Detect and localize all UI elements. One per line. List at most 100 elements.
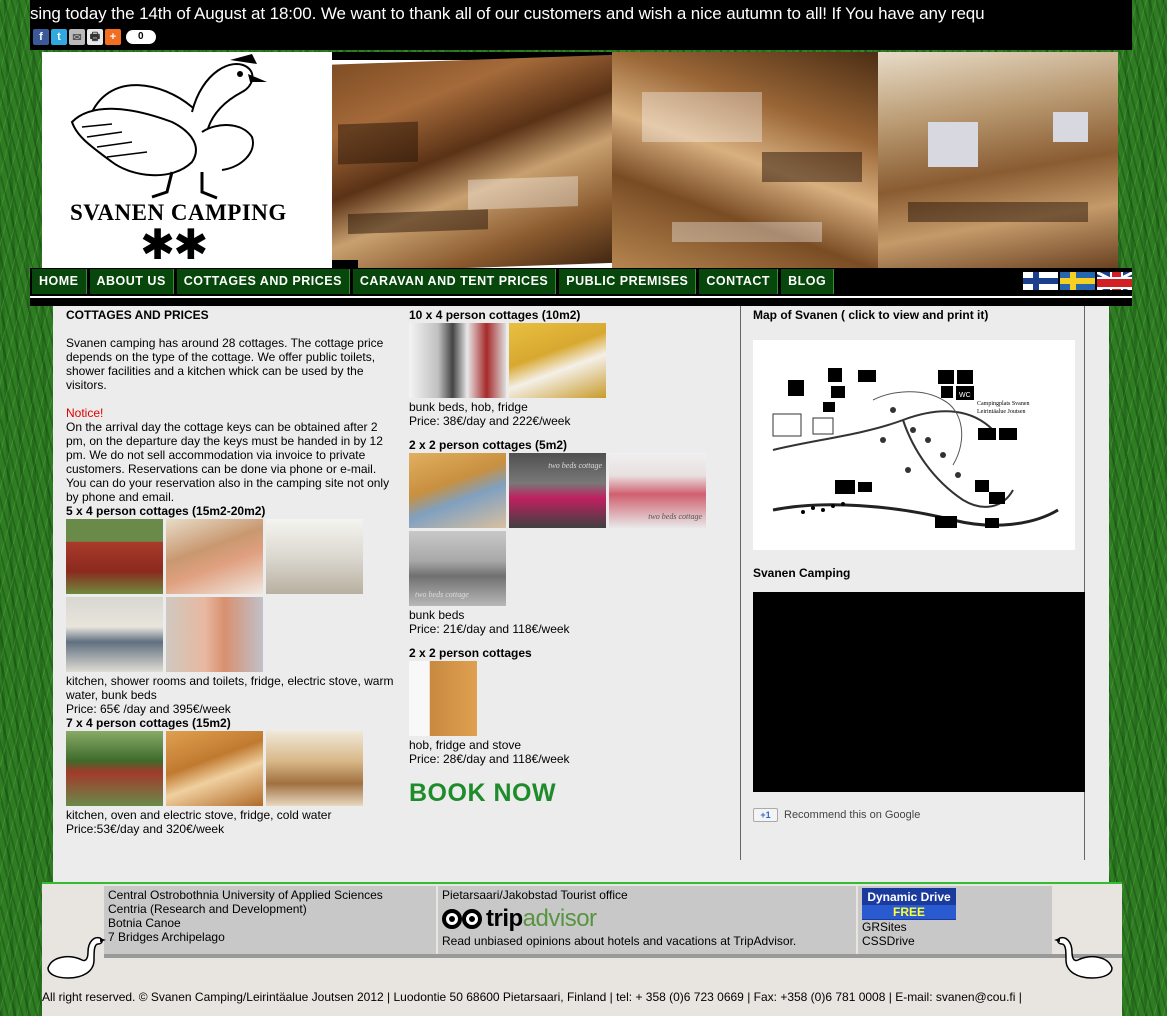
google-plus-button[interactable]: +1 xyxy=(753,808,778,822)
swan-logo-icon xyxy=(70,54,267,200)
gallery-thumbnail[interactable]: two beds cottage xyxy=(609,453,706,528)
cottage-2x2b-description: hob, fridge and stove xyxy=(409,738,522,752)
gallery-thumbnail[interactable] xyxy=(166,519,263,594)
swedish-flag-icon[interactable] xyxy=(1060,272,1095,290)
share-count: 0 xyxy=(126,30,156,44)
cottage-10x4-description: bunk beds, hob, fridge xyxy=(409,400,528,414)
link-botnia-canoe[interactable]: Botnia Canoe xyxy=(108,916,432,930)
cottage-10x4-gallery xyxy=(409,323,739,398)
dynamic-drive-text: Dynamic Drive xyxy=(867,890,951,904)
tripadvisor-caption: Read unbiased opinions about hotels and … xyxy=(442,934,797,948)
partner-links: Central Ostrobothnia University of Appli… xyxy=(104,886,438,954)
notice-text: On the arrival day the cottage keys can … xyxy=(66,420,390,504)
cottage-10x4-title: 10 x 4 person cottages (10m2) xyxy=(409,308,581,322)
main-content: COTTAGES AND PRICES Svanen camping has a… xyxy=(53,306,1109,882)
header-photo-computers xyxy=(878,52,1118,268)
google-plus-text: Recommend this on Google xyxy=(784,809,921,821)
book-now-button[interactable]: BOOK NOW xyxy=(409,781,556,806)
link-centria-university[interactable]: Central Ostrobothnia University of Appli… xyxy=(108,888,432,902)
header-photo-kitchen xyxy=(308,54,624,268)
nav-public-premises[interactable]: PUBLIC PREMISES xyxy=(559,269,697,294)
gallery-thumbnail[interactable] xyxy=(409,453,506,528)
video-player[interactable] xyxy=(753,592,1085,792)
gallery-thumbnail[interactable] xyxy=(166,597,263,672)
link-7-bridges[interactable]: 7 Bridges Archipelago xyxy=(108,930,432,944)
tripadvisor-owl-icon xyxy=(442,907,486,931)
share-bar: f t ✉ 🖶 + 0 xyxy=(33,29,156,45)
link-centria-rd[interactable]: Centria (Research and Development) xyxy=(108,902,432,916)
gallery-thumbnail[interactable]: two beds cottage xyxy=(409,531,506,606)
email-icon[interactable]: ✉ xyxy=(69,29,85,45)
photo-caption: two beds cottage xyxy=(548,461,602,470)
cottage-2x2a-title: 2 x 2 person cottages (5m2) xyxy=(409,438,568,452)
resource-links: Dynamic Drive FREE GRSites CSSDrive xyxy=(858,886,1052,954)
footer-bar xyxy=(104,954,1122,958)
gallery-thumbnail[interactable] xyxy=(266,519,363,594)
cottage-7x4-title: 7 x 4 person cottages (15m2) xyxy=(66,716,231,730)
nav-blog[interactable]: BLOG xyxy=(781,269,835,294)
gallery-thumbnail[interactable] xyxy=(509,323,606,398)
share-plus-icon[interactable]: + xyxy=(105,29,121,45)
nav-about-us[interactable]: ABOUT US xyxy=(89,269,174,294)
footer: Central Ostrobothnia University of Appli… xyxy=(42,884,1122,1016)
cottage-2x2b-gallery xyxy=(409,661,739,736)
link-grsites[interactable]: GRSites xyxy=(862,920,1048,934)
nav-cottages-and-prices[interactable]: COTTAGES AND PRICES xyxy=(176,269,350,294)
main-nav: HOME ABOUT US COTTAGES AND PRICES CARAVA… xyxy=(30,268,1132,306)
cottage-2x2b-title: 2 x 2 person cottages xyxy=(409,646,532,660)
cottage-5x4-title: 5 x 4 person cottages (15m2-20m2) xyxy=(66,504,266,518)
nav-caravan-and-tent-prices[interactable]: CARAVAN AND TENT PRICES xyxy=(352,269,557,294)
google-plus-widget: +1 Recommend this on Google xyxy=(753,808,1085,822)
tripadvisor-text-b: advisor xyxy=(522,905,597,932)
cottages-column-1: COTTAGES AND PRICES Svanen camping has a… xyxy=(66,308,396,836)
dynamic-drive-free: FREE xyxy=(862,905,956,919)
map-wc-label: WC xyxy=(959,392,971,399)
photo-caption: two beds cottage xyxy=(415,590,469,599)
camping-map[interactable]: WC Campingplats Svanen Leirintäalue Jout… xyxy=(753,340,1075,550)
tripadvisor-text-a: trip xyxy=(486,905,523,932)
print-icon[interactable]: 🖶 xyxy=(87,29,103,45)
notice-label: Notice! xyxy=(66,406,104,420)
cottage-2x2b-price: Price: 28€/day and 118€/week xyxy=(409,752,570,766)
gallery-thumbnail[interactable] xyxy=(266,731,363,806)
intro-text: Svanen camping has around 28 cottages. T… xyxy=(66,336,384,392)
photo-frame-bottom xyxy=(328,260,358,268)
gallery-thumbnail[interactable] xyxy=(66,519,163,594)
gallery-thumbnail[interactable] xyxy=(409,323,506,398)
gallery-thumbnail[interactable] xyxy=(66,597,163,672)
cottage-5x4-gallery xyxy=(66,519,396,672)
gallery-thumbnail[interactable]: two beds cottage xyxy=(509,453,606,528)
gallery-thumbnail[interactable] xyxy=(166,731,263,806)
page: sing today the 14th of August at 18:00. … xyxy=(30,0,1132,1016)
cottage-10x4-price: Price: 38€/day and 222€/week xyxy=(409,414,571,428)
photo-caption: two beds cottage xyxy=(648,512,702,521)
dynamic-drive-logo[interactable]: Dynamic Drive FREE xyxy=(862,888,956,920)
cottage-7x4-price: Price:53€/day and 320€/week xyxy=(66,822,225,836)
cottages-column-2: 10 x 4 person cottages (10m2) bunk beds,… xyxy=(409,308,739,806)
cottage-5x4-price: Price: 65€ /day and 395€/week xyxy=(66,702,231,716)
gallery-thumbnail[interactable] xyxy=(66,731,163,806)
cottage-2x2a-price: Price: 21€/day and 118€/week xyxy=(409,622,570,636)
cottage-2x2a-gallery: two beds cottage two beds cottage two be… xyxy=(409,453,739,606)
english-flag-icon[interactable] xyxy=(1097,272,1132,290)
header-banner: SVANEN CAMPING ✱✱ xyxy=(42,52,1118,268)
swan-left-icon xyxy=(47,936,106,979)
header-photo-cafe xyxy=(612,52,884,268)
cottage-7x4-gallery xyxy=(66,731,396,806)
nav-contact[interactable]: CONTACT xyxy=(699,269,779,294)
map-title: Map of Svanen ( click to view and print … xyxy=(753,308,989,322)
map-label-1: Campingplats Svanen xyxy=(977,401,1030,407)
site-logo[interactable]: SVANEN CAMPING ✱✱ xyxy=(42,52,332,268)
gallery-thumbnail[interactable] xyxy=(409,661,477,736)
link-tourist-office[interactable]: Pietarsaari/Jakobstad Tourist office xyxy=(442,888,852,902)
link-cssdrive[interactable]: CSSDrive xyxy=(862,934,1048,948)
language-flags xyxy=(1023,272,1132,290)
twitter-icon[interactable]: t xyxy=(51,29,67,45)
nav-home[interactable]: HOME xyxy=(32,269,87,294)
facebook-icon[interactable]: f xyxy=(33,29,49,45)
tripadvisor-logo[interactable]: trip advisor xyxy=(442,907,852,931)
ticker-text: sing today the 14th of August at 18:00. … xyxy=(30,4,985,23)
finnish-flag-icon[interactable] xyxy=(1023,272,1058,290)
tourist-links: Pietarsaari/Jakobstad Tourist office tri… xyxy=(438,886,858,954)
news-ticker: sing today the 14th of August at 18:00. … xyxy=(30,0,1132,50)
